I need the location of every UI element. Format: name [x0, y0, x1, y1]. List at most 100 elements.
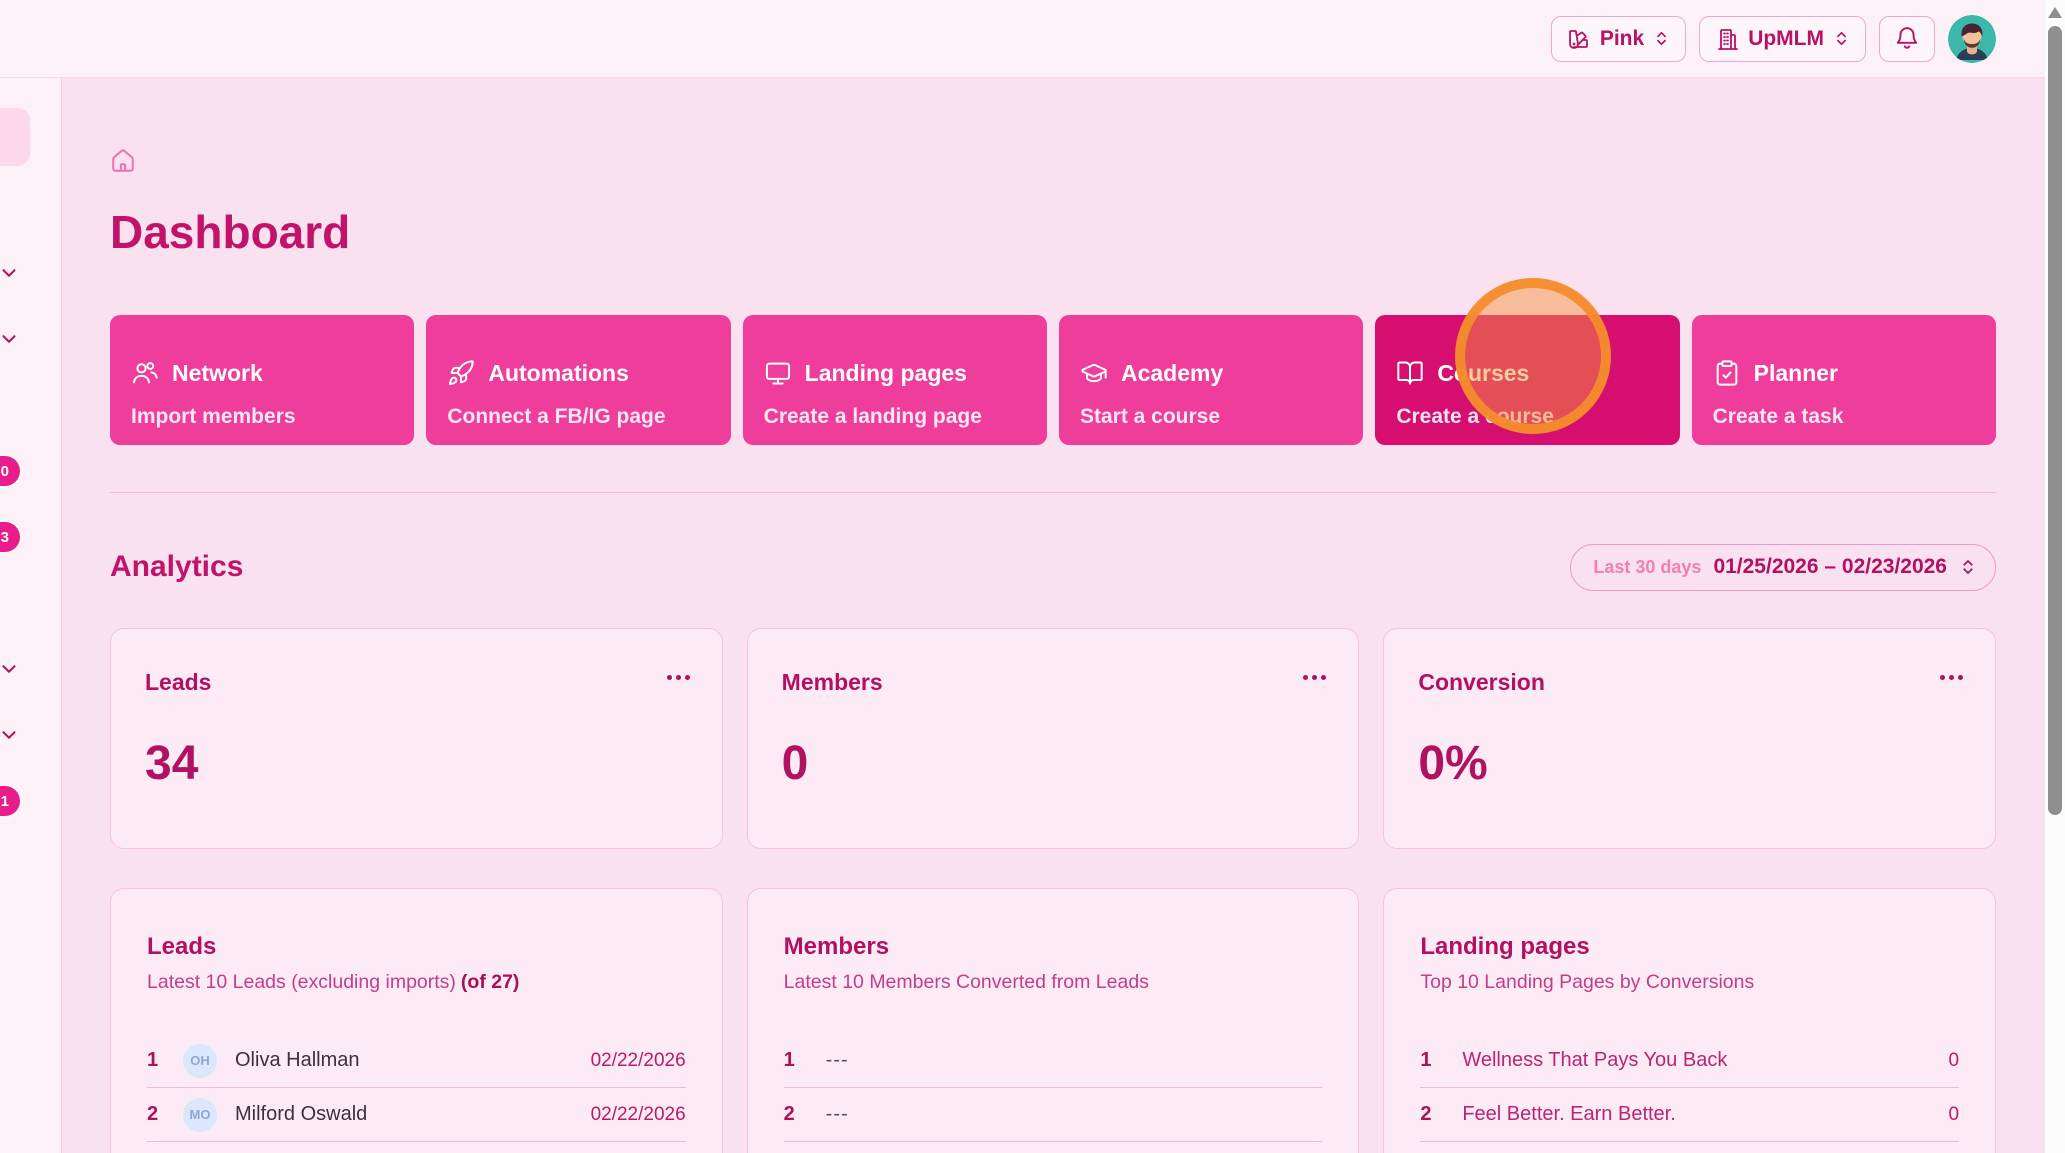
list-item[interactable]: 1 ---: [783, 1034, 1323, 1088]
quick-action-subtitle: Create a landing page: [763, 405, 982, 428]
chevron-up-down-icon: [1833, 30, 1850, 47]
lead-name: Oliva Hallman: [235, 1049, 360, 1071]
stat-value: 0: [781, 737, 809, 790]
rocket-icon: [447, 359, 475, 387]
quick-action-title: Academy: [1120, 359, 1224, 386]
list-title: Members: [783, 933, 890, 960]
quick-action-landing-pages[interactable]: Landing pages Create a landing page: [742, 315, 1047, 445]
notifications-button[interactable]: [1879, 15, 1935, 62]
list-card-landing-pages: Landing pages Top 10 Landing Pages by Co…: [1383, 888, 1997, 1153]
chevron-down-icon[interactable]: [0, 262, 20, 284]
stat-title: Conversion: [1418, 669, 1545, 695]
avatar: OH: [183, 1043, 217, 1078]
quick-action-subtitle: Create a task: [1712, 405, 1844, 428]
scrollbar-up-arrow-icon[interactable]: [2048, 7, 2062, 18]
ellipsis-icon: [1303, 675, 1309, 680]
list-item[interactable]: 2 ---: [783, 1088, 1323, 1142]
chevron-down-icon[interactable]: [0, 328, 20, 350]
sidebar: 0 3 1: [0, 78, 62, 1153]
more-options-button[interactable]: [1301, 669, 1328, 686]
list-rows: 1 --- 2 ---: [783, 1034, 1323, 1142]
quick-action-subtitle: Connect a FB/IG page: [447, 405, 666, 428]
quick-actions-row: Network Import members Automations Conne…: [110, 315, 1996, 445]
row-index: 2: [147, 1103, 159, 1125]
lead-date: 02/22/2026: [590, 1049, 686, 1071]
theme-selector[interactable]: Pink: [1550, 15, 1687, 62]
header-actions: Pink UpMLM: [1550, 14, 1996, 63]
app-root: Pink UpMLM 0 3 1 Dashboard Network Impor…: [0, 0, 2065, 1153]
list-subtitle: Latest 10 Members Converted from Leads: [783, 971, 1149, 993]
lead-date: 02/22/2026: [590, 1103, 686, 1125]
list-subtitle: Top 10 Landing Pages by Conversions: [1420, 971, 1755, 993]
sidebar-active-item-indicator[interactable]: [0, 108, 30, 166]
home-icon[interactable]: [110, 148, 136, 174]
lists-row: Leads Latest 10 Leads (excluding imports…: [110, 888, 1997, 1153]
building-icon: [1715, 27, 1739, 51]
quick-action-title: Planner: [1753, 359, 1839, 386]
list-item[interactable]: 1 Wellness That Pays You Back 0: [1420, 1034, 1960, 1088]
quick-action-academy[interactable]: Academy Start a course: [1058, 315, 1364, 445]
ellipsis-icon: [1940, 675, 1946, 680]
chevron-down-icon[interactable]: [0, 724, 20, 746]
list-rows: 1 OH Oliva Hallman 02/22/2026 2 MO Milfo…: [147, 1034, 686, 1142]
main-content: Dashboard Network Import members Automat…: [62, 78, 2045, 1153]
sidebar-badge[interactable]: 0: [0, 456, 20, 486]
sidebar-badge[interactable]: 3: [0, 522, 20, 552]
book-open-icon: [1396, 359, 1424, 387]
list-item[interactable]: 1 OH Oliva Hallman 02/22/2026: [147, 1034, 686, 1088]
quick-action-planner[interactable]: Planner Create a task: [1691, 315, 1996, 445]
organization-selector[interactable]: UpMLM: [1699, 15, 1866, 62]
more-options-button[interactable]: [665, 669, 692, 686]
list-title: Leads: [147, 933, 217, 960]
chevron-down-icon[interactable]: [0, 658, 20, 680]
lead-name: Milford Oswald: [235, 1103, 368, 1125]
quick-action-title: Courses: [1437, 359, 1530, 386]
stat-value: 34: [145, 737, 199, 790]
row-index: 1: [147, 1049, 159, 1071]
member-name: ---: [825, 1103, 849, 1125]
chevron-up-down-icon: [1959, 558, 1977, 576]
analytics-heading: Analytics: [110, 550, 244, 583]
section-divider: [110, 492, 1996, 493]
more-options-button[interactable]: [1938, 669, 1965, 686]
analytics-header: Analytics Last 30 days 01/25/2026 – 02/2…: [110, 543, 1996, 591]
theme-selector-label: Pink: [1599, 26, 1645, 50]
clipboard-check-icon: [1713, 359, 1741, 387]
quick-action-subtitle: Create a course: [1396, 405, 1554, 428]
list-item[interactable]: 2 MO Milford Oswald 02/22/2026: [147, 1088, 686, 1142]
users-icon: [131, 359, 159, 387]
chevron-up-down-icon: [1653, 30, 1670, 47]
landing-page-name: Feel Better. Earn Better.: [1462, 1103, 1676, 1125]
row-index: 2: [783, 1103, 795, 1125]
vertical-scrollbar[interactable]: [2045, 0, 2065, 1153]
list-card-members: Members Latest 10 Members Converted from…: [746, 888, 1360, 1153]
scrollbar-thumb[interactable]: [2048, 26, 2062, 815]
quick-action-network[interactable]: Network Import members: [110, 315, 415, 445]
graduation-cap-icon: [1080, 359, 1108, 387]
quick-action-automations[interactable]: Automations Connect a FB/IG page: [426, 315, 731, 445]
list-title: Landing pages: [1420, 933, 1590, 960]
stat-title: Leads: [145, 669, 212, 695]
ellipsis-icon: [666, 675, 672, 680]
quick-action-title: Landing pages: [804, 359, 967, 386]
quick-action-courses[interactable]: Courses Create a course: [1375, 315, 1680, 445]
list-card-leads: Leads Latest 10 Leads (excluding imports…: [110, 888, 723, 1153]
landing-page-name: Wellness That Pays You Back: [1462, 1049, 1728, 1071]
stat-title: Members: [781, 669, 883, 695]
stat-card-conversion: Conversion 0%: [1383, 628, 1997, 849]
stat-card-leads: Leads 34: [110, 628, 723, 849]
quick-action-title: Network: [172, 359, 263, 386]
row-index: 1: [783, 1049, 795, 1071]
date-range-value: 01/25/2026 – 02/23/2026: [1713, 555, 1947, 578]
conversions-count: 0: [1948, 1049, 1960, 1071]
user-avatar[interactable]: [1948, 14, 1996, 63]
stats-row: Leads 34 Members 0 Conversion 0%: [110, 628, 1997, 849]
page-title: Dashboard: [110, 206, 351, 258]
top-header: Pink UpMLM: [0, 0, 2045, 78]
avatar: MO: [183, 1097, 217, 1132]
list-item[interactable]: 2 Feel Better. Earn Better. 0: [1420, 1088, 1960, 1142]
date-range-selector[interactable]: Last 30 days 01/25/2026 – 02/23/2026: [1570, 543, 1996, 591]
organization-selector-label: UpMLM: [1748, 26, 1824, 50]
sidebar-badge[interactable]: 1: [0, 786, 20, 816]
quick-action-title: Automations: [488, 359, 629, 386]
